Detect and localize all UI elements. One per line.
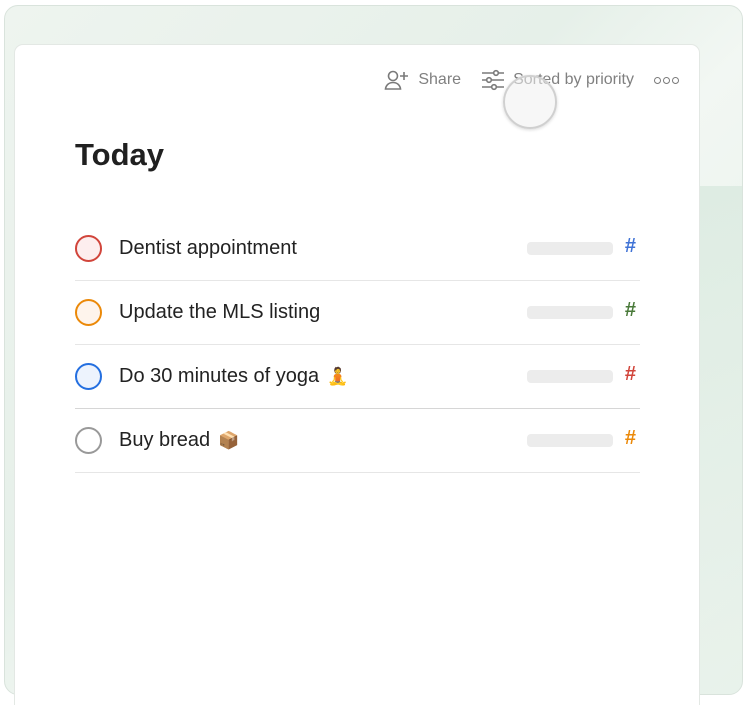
task-checkbox[interactable] xyxy=(75,235,102,262)
person-add-icon xyxy=(384,70,409,90)
page-title: Today xyxy=(75,137,164,172)
more-horizontal-icon[interactable] xyxy=(654,76,679,84)
yoga-emoji-icon: 🧘 xyxy=(327,366,349,386)
task-meta-placeholder xyxy=(527,306,613,319)
project-hash-icon[interactable]: # xyxy=(625,363,636,386)
share-label: Share xyxy=(418,71,462,88)
task-meta-placeholder xyxy=(527,370,613,383)
task-row[interactable]: Buy bread 📦 # xyxy=(75,409,640,473)
task-panel: Share Sorted by priority Today Dentist a… xyxy=(15,45,699,705)
sliders-icon xyxy=(482,69,505,91)
sort-button[interactable]: Sorted by priority xyxy=(481,69,634,91)
task-list: Dentist appointment # Update the MLS lis… xyxy=(75,217,640,473)
task-row[interactable]: Update the MLS listing # xyxy=(75,281,640,345)
task-meta-placeholder xyxy=(527,242,613,255)
task-checkbox[interactable] xyxy=(75,427,102,454)
task-title: Do 30 minutes of yoga xyxy=(119,365,320,387)
share-button[interactable]: Share xyxy=(384,69,461,91)
task-meta-placeholder xyxy=(527,434,613,447)
project-hash-icon[interactable]: # xyxy=(625,299,636,322)
task-row[interactable]: Do 30 minutes of yoga 🧘 # xyxy=(75,345,640,409)
pointer-indicator xyxy=(503,75,557,129)
package-emoji-icon: 📦 xyxy=(218,430,240,450)
task-row[interactable]: Dentist appointment # xyxy=(75,217,640,281)
task-title: Dentist appointment xyxy=(119,237,297,259)
task-title: Update the MLS listing xyxy=(119,301,321,323)
project-hash-icon[interactable]: # xyxy=(625,427,636,450)
task-title: Buy bread xyxy=(119,429,211,451)
project-hash-icon[interactable]: # xyxy=(625,235,636,258)
task-checkbox[interactable] xyxy=(75,363,102,390)
task-checkbox[interactable] xyxy=(75,299,102,326)
